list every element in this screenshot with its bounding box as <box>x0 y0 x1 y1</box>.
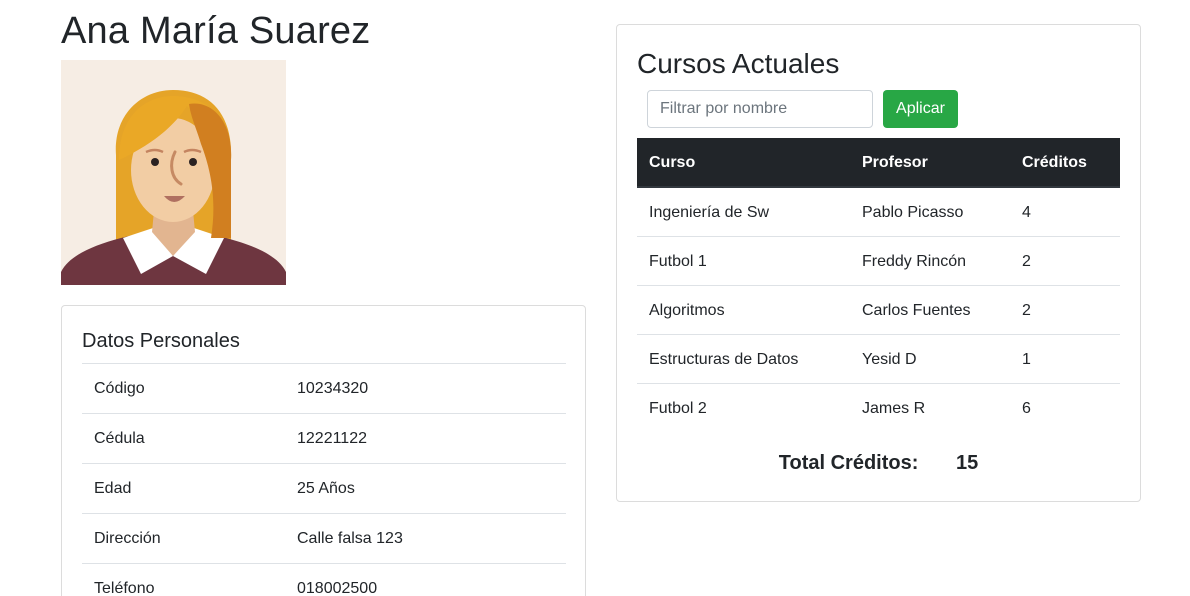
table-row: Ingeniería de Sw Pablo Picasso 4 <box>637 188 1120 237</box>
personal-row-phone: Teléfono 018002500 <box>82 563 566 596</box>
column-header-professor: Profesor <box>862 154 928 171</box>
course-professor: Carlos Fuentes <box>862 302 971 319</box>
course-name: Ingeniería de Sw <box>649 204 770 221</box>
filter-by-name-input[interactable] <box>647 90 873 128</box>
personal-data-title: Datos Personales <box>82 330 240 352</box>
table-row: Algoritmos Carlos Fuentes 2 <box>637 286 1120 335</box>
total-credits: Total Créditos: 15 <box>617 449 1140 477</box>
personal-row-age: Edad 25 Años <box>82 463 566 513</box>
personal-data-table: Código 10234320 Cédula 12221122 Edad 25 … <box>82 363 566 596</box>
personal-data-card: Datos Personales Código 10234320 Cédula … <box>61 305 586 596</box>
course-name: Algoritmos <box>649 302 725 319</box>
personal-value: 10234320 <box>297 380 369 397</box>
table-row: Estructuras de Datos Yesid D 1 <box>637 335 1120 384</box>
course-name: Futbol 2 <box>649 400 707 417</box>
personal-row-address: Dirección Calle falsa 123 <box>82 513 566 563</box>
personal-label: Cédula <box>94 430 145 447</box>
personal-label: Código <box>94 380 145 397</box>
student-profile-page: Ana María Suarez Datos Personales Código… <box>0 0 1190 596</box>
course-professor: James R <box>862 400 926 417</box>
personal-label: Edad <box>94 480 132 497</box>
personal-value: 12221122 <box>297 430 367 447</box>
personal-value: 018002500 <box>297 580 378 596</box>
table-row: Futbol 1 Freddy Rincón 2 <box>637 237 1120 286</box>
total-credits-label: Total Créditos: <box>778 452 919 474</box>
student-name: Ana María Suarez <box>61 10 371 52</box>
female-avatar-icon <box>61 90 286 285</box>
courses-table-header: Curso Profesor Créditos <box>637 138 1120 188</box>
personal-value: Calle falsa 123 <box>297 530 403 547</box>
student-avatar <box>61 60 286 285</box>
course-credits: 1 <box>1022 351 1031 368</box>
current-courses-title: Cursos Actuales <box>637 48 840 79</box>
personal-row-id: Cédula 12221122 <box>82 413 566 463</box>
current-courses-card: Cursos Actuales Aplicar Curso Profesor C… <box>616 24 1141 502</box>
apply-filter-button[interactable]: Aplicar <box>883 90 958 128</box>
personal-label: Dirección <box>94 530 161 547</box>
column-header-course: Curso <box>649 154 696 171</box>
personal-value: 25 Años <box>297 480 355 497</box>
course-name: Estructuras de Datos <box>649 351 799 368</box>
course-credits: 2 <box>1022 302 1031 319</box>
course-credits: 4 <box>1022 204 1031 221</box>
course-professor: Pablo Picasso <box>862 204 964 221</box>
total-credits-value: 15 <box>955 452 979 474</box>
course-credits: 6 <box>1022 400 1031 417</box>
table-row: Futbol 2 James R 6 <box>637 384 1120 433</box>
personal-label: Teléfono <box>94 580 155 596</box>
column-header-credits: Créditos <box>1022 154 1087 171</box>
course-credits: 2 <box>1022 253 1031 270</box>
courses-table: Curso Profesor Créditos Ingeniería de Sw… <box>637 138 1120 433</box>
course-professor: Yesid D <box>862 351 917 368</box>
course-name: Futbol 1 <box>649 253 707 270</box>
personal-row-code: Código 10234320 <box>82 363 566 413</box>
course-professor: Freddy Rincón <box>862 253 967 270</box>
